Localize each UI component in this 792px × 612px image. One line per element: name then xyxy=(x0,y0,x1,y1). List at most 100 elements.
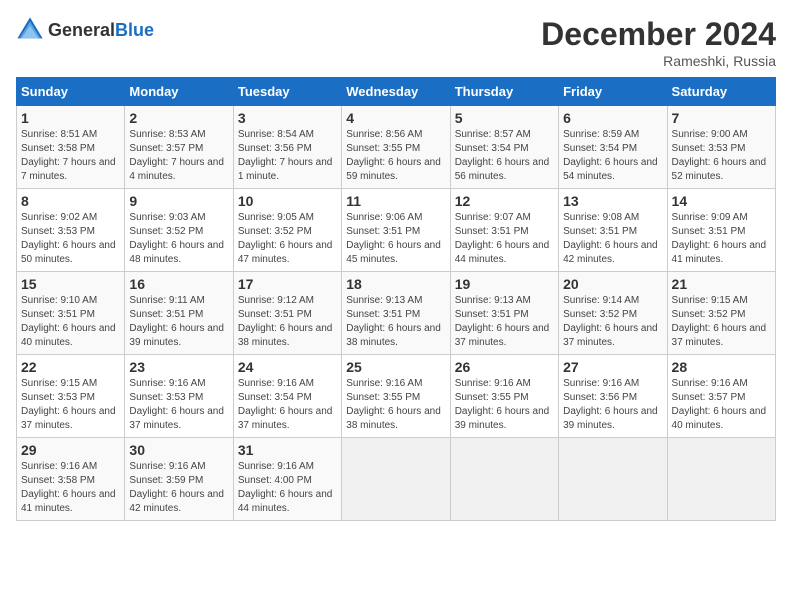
day-info: Sunrise: 9:16 AM Sunset: 4:00 PM Dayligh… xyxy=(238,460,337,516)
header-day-thursday: Thursday xyxy=(450,78,558,106)
day-number: 28 xyxy=(672,359,771,375)
day-info: Sunrise: 9:13 AM Sunset: 3:51 PM Dayligh… xyxy=(455,294,554,350)
day-number: 24 xyxy=(238,359,337,375)
day-info: Sunrise: 8:54 AM Sunset: 3:56 PM Dayligh… xyxy=(238,128,337,184)
week-row-5: 29 Sunrise: 9:16 AM Sunset: 3:58 PM Dayli… xyxy=(17,438,776,521)
day-number: 3 xyxy=(238,110,337,126)
day-number: 2 xyxy=(129,110,228,126)
logo-text: GeneralBlue xyxy=(48,20,154,41)
calendar-cell: 12 Sunrise: 9:07 AM Sunset: 3:51 PM Dayli… xyxy=(450,189,558,272)
day-info: Sunrise: 9:03 AM Sunset: 3:52 PM Dayligh… xyxy=(129,211,228,267)
calendar-cell: 8 Sunrise: 9:02 AM Sunset: 3:53 PM Daylig… xyxy=(17,189,125,272)
day-number: 14 xyxy=(672,193,771,209)
day-info: Sunrise: 9:13 AM Sunset: 3:51 PM Dayligh… xyxy=(346,294,445,350)
calendar-cell: 18 Sunrise: 9:13 AM Sunset: 3:51 PM Dayli… xyxy=(342,272,450,355)
day-number: 6 xyxy=(563,110,662,126)
calendar-cell: 19Sunrise: 9:13 AM Sunset: 3:51 PM Dayli… xyxy=(450,272,558,355)
header-day-wednesday: Wednesday xyxy=(342,78,450,106)
header-day-monday: Monday xyxy=(125,78,233,106)
day-number: 31 xyxy=(238,442,337,458)
day-number: 21 xyxy=(672,276,771,292)
day-number: 13 xyxy=(563,193,662,209)
day-info: Sunrise: 9:16 AM Sunset: 3:53 PM Dayligh… xyxy=(129,377,228,433)
day-number: 7 xyxy=(672,110,771,126)
day-number: 23 xyxy=(129,359,228,375)
calendar-cell: 30 Sunrise: 9:16 AM Sunset: 3:59 PM Dayli… xyxy=(125,438,233,521)
day-number: 5 xyxy=(455,110,554,126)
day-info: Sunrise: 9:12 AM Sunset: 3:51 PM Dayligh… xyxy=(238,294,337,350)
day-info: Sunrise: 9:15 AM Sunset: 3:53 PM Dayligh… xyxy=(21,377,120,433)
day-number: 25 xyxy=(346,359,445,375)
day-info: Sunrise: 9:10 AM Sunset: 3:51 PM Dayligh… xyxy=(21,294,120,350)
day-number: 1 xyxy=(21,110,120,126)
day-info: Sunrise: 9:07 AM Sunset: 3:51 PM Dayligh… xyxy=(455,211,554,267)
day-info: Sunrise: 8:59 AM Sunset: 3:54 PM Dayligh… xyxy=(563,128,662,184)
calendar-cell: 6 Sunrise: 8:59 AM Sunset: 3:54 PM Daylig… xyxy=(559,106,667,189)
header-day-sunday: Sunday xyxy=(17,78,125,106)
day-info: Sunrise: 9:06 AM Sunset: 3:51 PM Dayligh… xyxy=(346,211,445,267)
day-info: Sunrise: 8:53 AM Sunset: 3:57 PM Dayligh… xyxy=(129,128,228,184)
calendar-cell xyxy=(342,438,450,521)
calendar-cell: 31 Sunrise: 9:16 AM Sunset: 4:00 PM Dayli… xyxy=(233,438,341,521)
day-number: 16 xyxy=(129,276,228,292)
week-row-1: 1 Sunrise: 8:51 AM Sunset: 3:58 PM Daylig… xyxy=(17,106,776,189)
day-number: 29 xyxy=(21,442,120,458)
day-number: 26 xyxy=(455,359,554,375)
day-number: 18 xyxy=(346,276,445,292)
day-info: Sunrise: 9:15 AM Sunset: 3:52 PM Dayligh… xyxy=(672,294,771,350)
calendar-cell: 15 Sunrise: 9:10 AM Sunset: 3:51 PM Dayli… xyxy=(17,272,125,355)
logo-icon xyxy=(16,16,44,44)
calendar-cell: 9 Sunrise: 9:03 AM Sunset: 3:52 PM Daylig… xyxy=(125,189,233,272)
day-info: Sunrise: 9:09 AM Sunset: 3:51 PM Dayligh… xyxy=(672,211,771,267)
calendar-cell: 25Sunrise: 9:16 AM Sunset: 3:55 PM Dayli… xyxy=(342,355,450,438)
week-row-3: 15 Sunrise: 9:10 AM Sunset: 3:51 PM Dayli… xyxy=(17,272,776,355)
day-info: Sunrise: 9:02 AM Sunset: 3:53 PM Dayligh… xyxy=(21,211,120,267)
calendar-cell: 24Sunrise: 9:16 AM Sunset: 3:54 PM Dayli… xyxy=(233,355,341,438)
day-info: Sunrise: 9:14 AM Sunset: 3:52 PM Dayligh… xyxy=(563,294,662,350)
day-number: 20 xyxy=(563,276,662,292)
week-row-2: 8 Sunrise: 9:02 AM Sunset: 3:53 PM Daylig… xyxy=(17,189,776,272)
day-info: Sunrise: 9:16 AM Sunset: 3:56 PM Dayligh… xyxy=(563,377,662,433)
day-number: 12 xyxy=(455,193,554,209)
calendar-cell: 27Sunrise: 9:16 AM Sunset: 3:56 PM Dayli… xyxy=(559,355,667,438)
calendar-cell: 11 Sunrise: 9:06 AM Sunset: 3:51 PM Dayli… xyxy=(342,189,450,272)
day-info: Sunrise: 9:05 AM Sunset: 3:52 PM Dayligh… xyxy=(238,211,337,267)
header: GeneralBlue December 2024 Rameshki, Russ… xyxy=(16,16,776,69)
day-info: Sunrise: 9:16 AM Sunset: 3:57 PM Dayligh… xyxy=(672,377,771,433)
day-info: Sunrise: 9:16 AM Sunset: 3:59 PM Dayligh… xyxy=(129,460,228,516)
logo: GeneralBlue xyxy=(16,16,154,44)
title-section: December 2024 Rameshki, Russia xyxy=(541,16,776,69)
day-number: 15 xyxy=(21,276,120,292)
day-info: Sunrise: 9:16 AM Sunset: 3:55 PM Dayligh… xyxy=(455,377,554,433)
day-number: 17 xyxy=(238,276,337,292)
day-number: 8 xyxy=(21,193,120,209)
day-info: Sunrise: 9:16 AM Sunset: 3:58 PM Dayligh… xyxy=(21,460,120,516)
day-number: 11 xyxy=(346,193,445,209)
week-row-4: 22 Sunrise: 9:15 AM Sunset: 3:53 PM Dayli… xyxy=(17,355,776,438)
day-info: Sunrise: 8:51 AM Sunset: 3:58 PM Dayligh… xyxy=(21,128,120,184)
calendar-cell: 17 Sunrise: 9:12 AM Sunset: 3:51 PM Dayli… xyxy=(233,272,341,355)
calendar-cell: 21 Sunrise: 9:15 AM Sunset: 3:52 PM Dayli… xyxy=(667,272,775,355)
calendar-cell: 16Sunrise: 9:11 AM Sunset: 3:51 PM Dayli… xyxy=(125,272,233,355)
logo-blue: Blue xyxy=(115,20,154,40)
calendar-subtitle: Rameshki, Russia xyxy=(541,53,776,69)
calendar-cell: 1 Sunrise: 8:51 AM Sunset: 3:58 PM Daylig… xyxy=(17,106,125,189)
header-day-tuesday: Tuesday xyxy=(233,78,341,106)
day-number: 22 xyxy=(21,359,120,375)
logo-general: General xyxy=(48,20,115,40)
calendar-cell: 29 Sunrise: 9:16 AM Sunset: 3:58 PM Dayli… xyxy=(17,438,125,521)
calendar-cell: 4Sunrise: 8:56 AM Sunset: 3:55 PM Daylig… xyxy=(342,106,450,189)
day-info: Sunrise: 9:00 AM Sunset: 3:53 PM Dayligh… xyxy=(672,128,771,184)
calendar-cell xyxy=(450,438,558,521)
header-row: SundayMondayTuesdayWednesdayThursdayFrid… xyxy=(17,78,776,106)
header-day-saturday: Saturday xyxy=(667,78,775,106)
calendar-cell: 28 Sunrise: 9:16 AM Sunset: 3:57 PM Dayli… xyxy=(667,355,775,438)
calendar-cell: 2 Sunrise: 8:53 AM Sunset: 3:57 PM Daylig… xyxy=(125,106,233,189)
calendar-cell: 14 Sunrise: 9:09 AM Sunset: 3:51 PM Dayli… xyxy=(667,189,775,272)
calendar-cell: 3 Sunrise: 8:54 AM Sunset: 3:56 PM Daylig… xyxy=(233,106,341,189)
day-number: 30 xyxy=(129,442,228,458)
day-number: 9 xyxy=(129,193,228,209)
calendar-cell: 26 Sunrise: 9:16 AM Sunset: 3:55 PM Dayli… xyxy=(450,355,558,438)
day-number: 4 xyxy=(346,110,445,126)
calendar-cell: 10Sunrise: 9:05 AM Sunset: 3:52 PM Dayli… xyxy=(233,189,341,272)
